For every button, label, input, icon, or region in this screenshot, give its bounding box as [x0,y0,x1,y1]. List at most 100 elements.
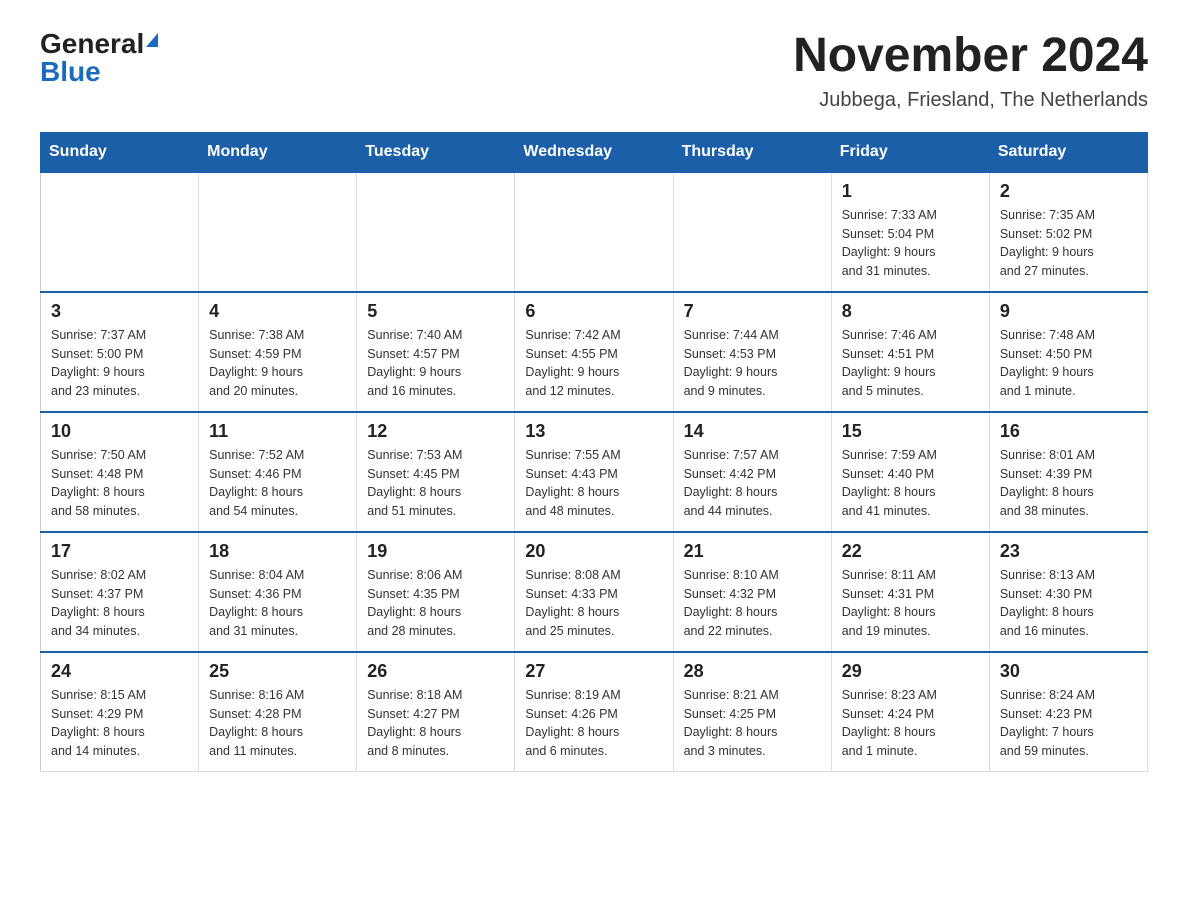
calendar-cell [41,172,199,292]
day-info: Sunrise: 8:21 AM Sunset: 4:25 PM Dayligh… [684,686,821,761]
day-number: 3 [51,301,188,322]
day-number: 1 [842,181,979,202]
day-number: 29 [842,661,979,682]
day-number: 18 [209,541,346,562]
calendar-cell: 12Sunrise: 7:53 AM Sunset: 4:45 PM Dayli… [357,412,515,532]
day-info: Sunrise: 7:57 AM Sunset: 4:42 PM Dayligh… [684,446,821,521]
day-number: 5 [367,301,504,322]
day-number: 8 [842,301,979,322]
calendar-cell: 30Sunrise: 8:24 AM Sunset: 4:23 PM Dayli… [989,652,1147,772]
day-info: Sunrise: 8:04 AM Sunset: 4:36 PM Dayligh… [209,566,346,641]
calendar-cell: 28 Sunrise: 8:21 AM Sunset: 4:25 PM Dayli… [673,652,831,772]
calendar-cell: 14Sunrise: 7:57 AM Sunset: 4:42 PM Dayli… [673,412,831,532]
day-info: Sunrise: 7:44 AM Sunset: 4:53 PM Dayligh… [684,326,821,401]
day-info: Sunrise: 8:06 AM Sunset: 4:35 PM Dayligh… [367,566,504,641]
logo-general-text: General [40,30,144,58]
day-number: 11 [209,421,346,442]
day-info: Sunrise: 8:23 AM Sunset: 4:24 PM Dayligh… [842,686,979,761]
calendar-cell: 1 Sunrise: 7:33 AM Sunset: 5:04 PM Daylig… [831,172,989,292]
weekday-header-sunday: Sunday [41,132,199,172]
day-info: Sunrise: 8:10 AM Sunset: 4:32 PM Dayligh… [684,566,821,641]
day-info: Sunrise: 8:01 AM Sunset: 4:39 PM Dayligh… [1000,446,1137,521]
day-number: 16 [1000,421,1137,442]
day-info: Sunrise: 8:13 AM Sunset: 4:30 PM Dayligh… [1000,566,1137,641]
weekday-header-friday: Friday [831,132,989,172]
day-info: Sunrise: 7:59 AM Sunset: 4:40 PM Dayligh… [842,446,979,521]
calendar-cell: 4 Sunrise: 7:38 AM Sunset: 4:59 PM Daylig… [199,292,357,412]
calendar-cell: 25 Sunrise: 8:16 AM Sunset: 4:28 PM Dayli… [199,652,357,772]
calendar-cell: 9 Sunrise: 7:48 AM Sunset: 4:50 PM Daylig… [989,292,1147,412]
day-number: 27 [525,661,662,682]
day-number: 20 [525,541,662,562]
day-info: Sunrise: 8:02 AM Sunset: 4:37 PM Dayligh… [51,566,188,641]
weekday-header-saturday: Saturday [989,132,1147,172]
title-block: November 2024 Jubbega, Friesland, The Ne… [793,30,1148,112]
day-info: Sunrise: 7:46 AM Sunset: 4:51 PM Dayligh… [842,326,979,401]
calendar-cell: 19 Sunrise: 8:06 AM Sunset: 4:35 PM Dayli… [357,532,515,652]
page-title: November 2024 [793,30,1148,83]
calendar-cell: 8 Sunrise: 7:46 AM Sunset: 4:51 PM Daylig… [831,292,989,412]
day-number: 28 [684,661,821,682]
page-subtitle: Jubbega, Friesland, The Netherlands [793,89,1148,112]
day-number: 13 [525,421,662,442]
weekday-header-tuesday: Tuesday [357,132,515,172]
weekday-header-row: SundayMondayTuesdayWednesdayThursdayFrid… [41,132,1148,172]
day-number: 21 [684,541,821,562]
day-number: 15 [842,421,979,442]
day-number: 26 [367,661,504,682]
logo: General Blue [40,30,158,86]
calendar-cell: 26Sunrise: 8:18 AM Sunset: 4:27 PM Dayli… [357,652,515,772]
day-info: Sunrise: 7:50 AM Sunset: 4:48 PM Dayligh… [51,446,188,521]
day-info: Sunrise: 7:33 AM Sunset: 5:04 PM Dayligh… [842,206,979,281]
day-number: 23 [1000,541,1137,562]
day-number: 25 [209,661,346,682]
weekday-header-monday: Monday [199,132,357,172]
weekday-header-thursday: Thursday [673,132,831,172]
day-number: 2 [1000,181,1137,202]
day-info: Sunrise: 8:16 AM Sunset: 4:28 PM Dayligh… [209,686,346,761]
weekday-header-wednesday: Wednesday [515,132,673,172]
day-number: 24 [51,661,188,682]
calendar-cell: 5 Sunrise: 7:40 AM Sunset: 4:57 PM Daylig… [357,292,515,412]
logo-arrow-icon [146,33,158,47]
calendar-cell: 16 Sunrise: 8:01 AM Sunset: 4:39 PM Dayli… [989,412,1147,532]
calendar-cell: 2 Sunrise: 7:35 AM Sunset: 5:02 PM Daylig… [989,172,1147,292]
day-number: 30 [1000,661,1137,682]
calendar-week-2: 3 Sunrise: 7:37 AM Sunset: 5:00 PM Daylig… [41,292,1148,412]
day-info: Sunrise: 7:38 AM Sunset: 4:59 PM Dayligh… [209,326,346,401]
calendar-cell: 23 Sunrise: 8:13 AM Sunset: 4:30 PM Dayli… [989,532,1147,652]
day-info: Sunrise: 8:15 AM Sunset: 4:29 PM Dayligh… [51,686,188,761]
day-info: Sunrise: 7:40 AM Sunset: 4:57 PM Dayligh… [367,326,504,401]
day-number: 17 [51,541,188,562]
calendar-cell: 10 Sunrise: 7:50 AM Sunset: 4:48 PM Dayli… [41,412,199,532]
calendar-cell: 17 Sunrise: 8:02 AM Sunset: 4:37 PM Dayli… [41,532,199,652]
calendar-cell [199,172,357,292]
calendar-cell: 7Sunrise: 7:44 AM Sunset: 4:53 PM Daylig… [673,292,831,412]
calendar-cell [357,172,515,292]
day-info: Sunrise: 8:19 AM Sunset: 4:26 PM Dayligh… [525,686,662,761]
calendar-cell: 11 Sunrise: 7:52 AM Sunset: 4:46 PM Dayli… [199,412,357,532]
day-number: 4 [209,301,346,322]
calendar-cell: 6Sunrise: 7:42 AM Sunset: 4:55 PM Daylig… [515,292,673,412]
day-number: 9 [1000,301,1137,322]
calendar-cell: 3 Sunrise: 7:37 AM Sunset: 5:00 PM Daylig… [41,292,199,412]
day-info: Sunrise: 7:52 AM Sunset: 4:46 PM Dayligh… [209,446,346,521]
calendar-week-5: 24 Sunrise: 8:15 AM Sunset: 4:29 PM Dayli… [41,652,1148,772]
calendar-week-1: 1 Sunrise: 7:33 AM Sunset: 5:04 PM Daylig… [41,172,1148,292]
day-info: Sunrise: 7:37 AM Sunset: 5:00 PM Dayligh… [51,326,188,401]
day-number: 10 [51,421,188,442]
calendar-cell [673,172,831,292]
calendar-cell: 18 Sunrise: 8:04 AM Sunset: 4:36 PM Dayli… [199,532,357,652]
day-number: 22 [842,541,979,562]
day-info: Sunrise: 7:35 AM Sunset: 5:02 PM Dayligh… [1000,206,1137,281]
calendar-week-3: 10 Sunrise: 7:50 AM Sunset: 4:48 PM Dayli… [41,412,1148,532]
day-number: 19 [367,541,504,562]
calendar-cell: 22 Sunrise: 8:11 AM Sunset: 4:31 PM Dayli… [831,532,989,652]
day-info: Sunrise: 8:11 AM Sunset: 4:31 PM Dayligh… [842,566,979,641]
day-info: Sunrise: 7:48 AM Sunset: 4:50 PM Dayligh… [1000,326,1137,401]
calendar-cell: 15 Sunrise: 7:59 AM Sunset: 4:40 PM Dayli… [831,412,989,532]
calendar-cell: 24 Sunrise: 8:15 AM Sunset: 4:29 PM Dayli… [41,652,199,772]
calendar-cell: 21 Sunrise: 8:10 AM Sunset: 4:32 PM Dayli… [673,532,831,652]
day-number: 6 [525,301,662,322]
day-info: Sunrise: 7:55 AM Sunset: 4:43 PM Dayligh… [525,446,662,521]
